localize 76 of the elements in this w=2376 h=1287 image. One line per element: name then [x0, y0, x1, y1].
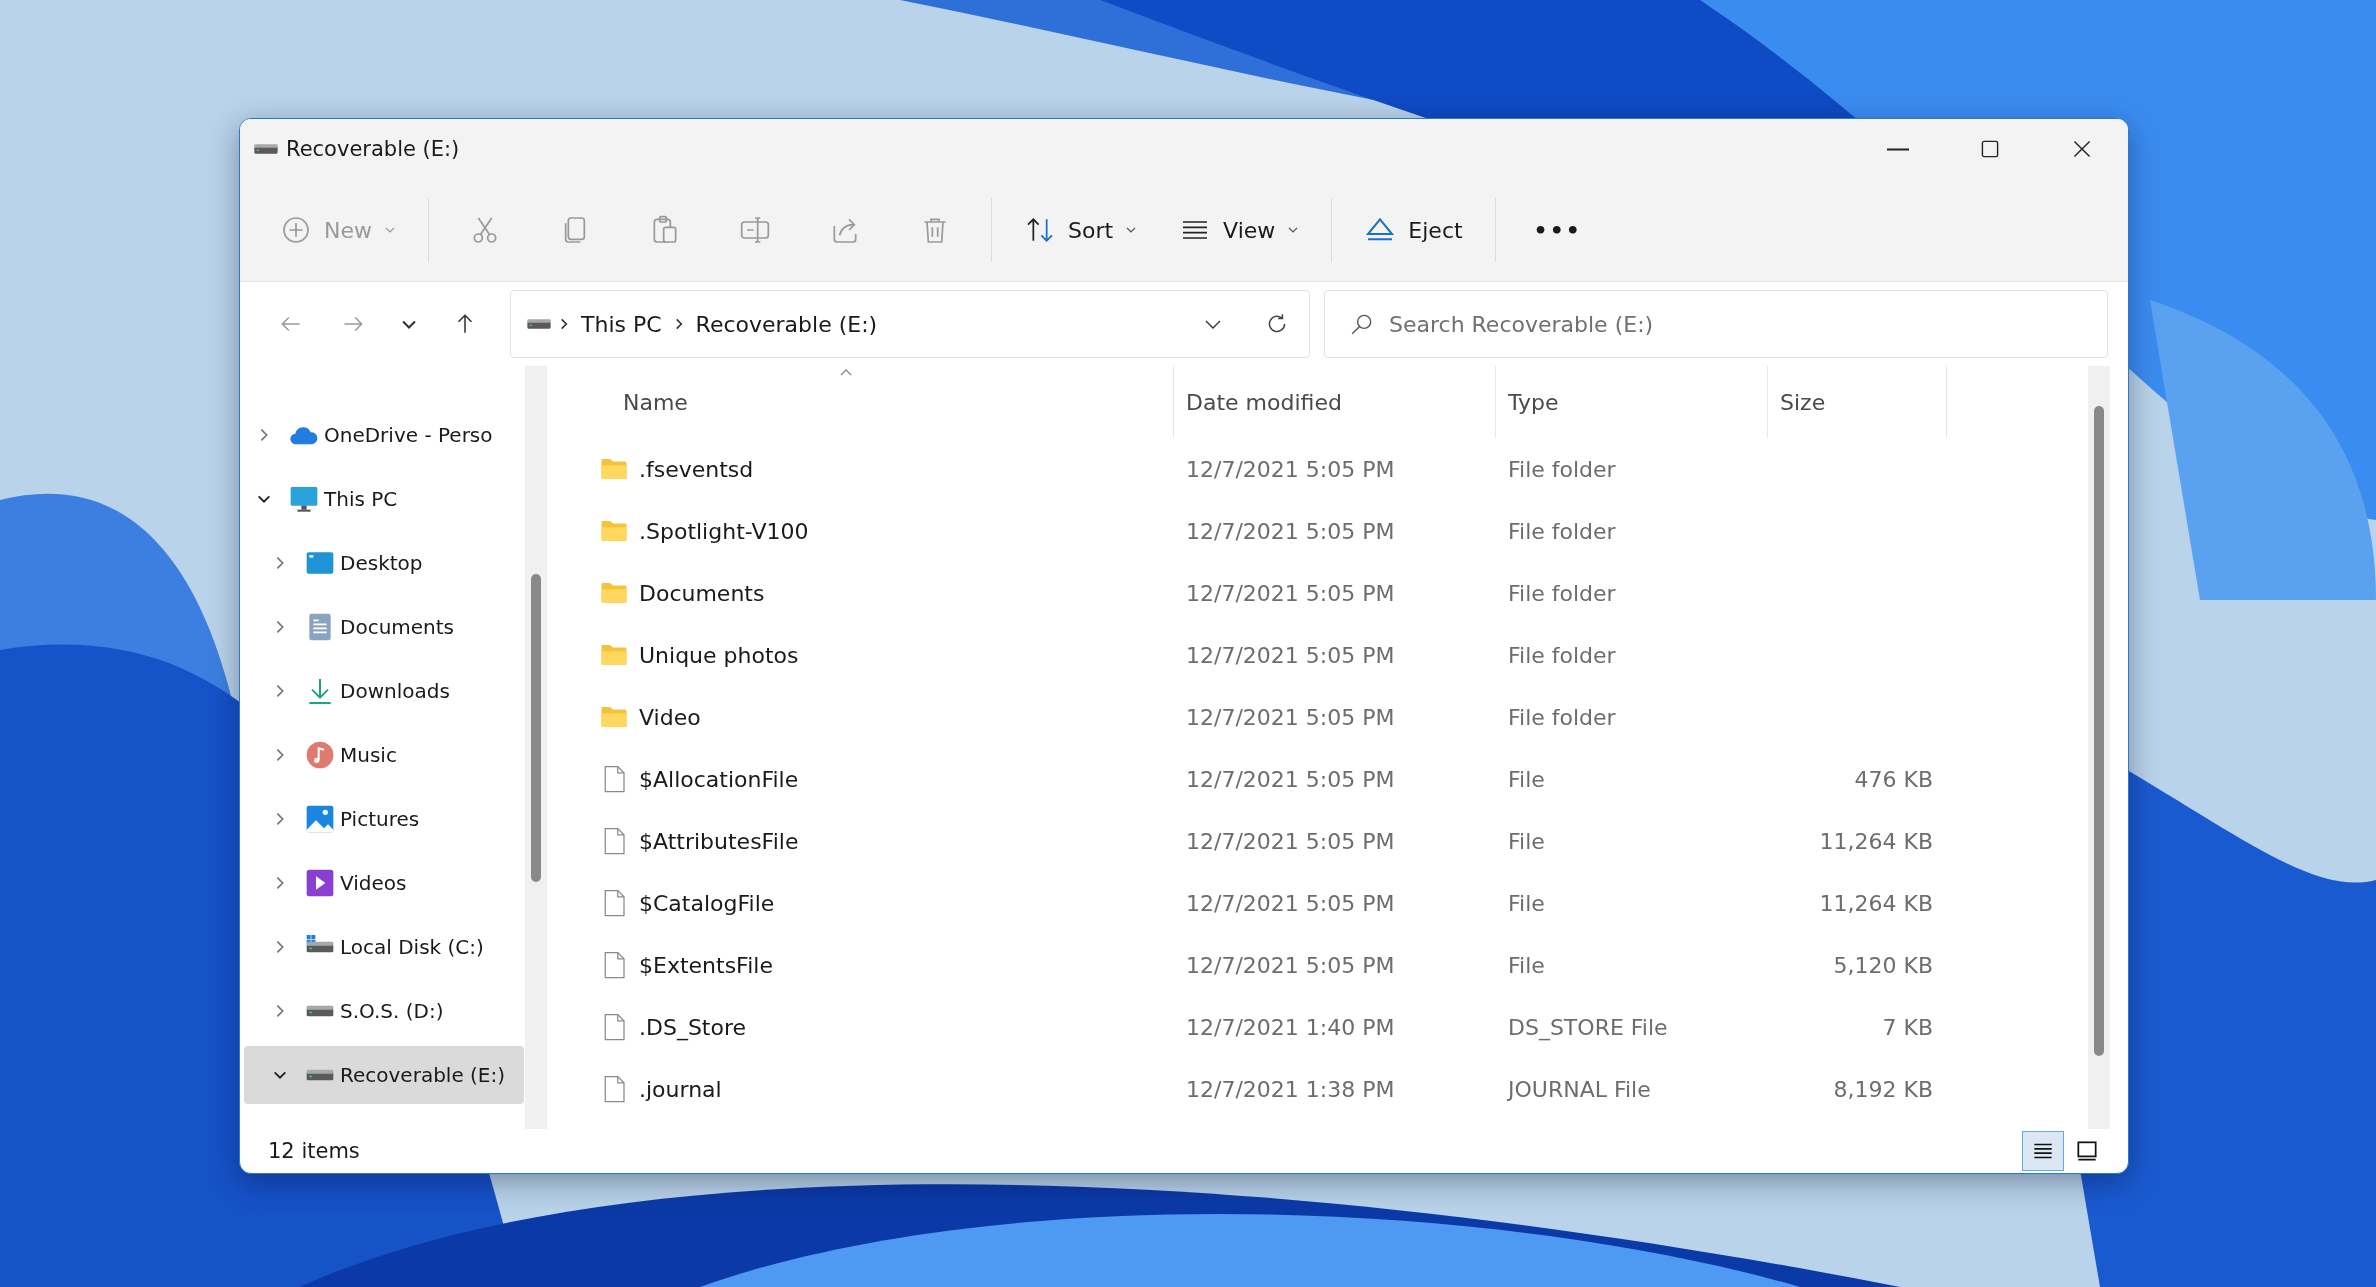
file-name[interactable]: $ExtentsFile: [639, 952, 773, 978]
file-size: 476 KB: [1853, 766, 1934, 792]
search-input[interactable]: Search Recoverable (E:): [1389, 294, 2107, 354]
minimize-icon: [1887, 147, 1909, 151]
file-type: File: [1507, 828, 1546, 854]
eject-button[interactable]: Eject: [1348, 204, 1479, 256]
file-type: File folder: [1507, 518, 1617, 544]
more-button[interactable]: •••: [1511, 207, 1604, 253]
video-icon: [304, 867, 336, 899]
file-name[interactable]: .fseventsd: [639, 456, 754, 482]
file-name[interactable]: .DS_Store: [639, 1014, 747, 1040]
details-view-button[interactable]: [2022, 1131, 2064, 1171]
file-type: File: [1507, 766, 1546, 792]
file-name[interactable]: Video: [639, 704, 701, 730]
file-size: 7 KB: [1881, 1014, 1934, 1040]
file-size: 8,192 KB: [1832, 1076, 1934, 1102]
view-button[interactable]: View: [1163, 204, 1316, 256]
date-modified: 12/7/2021 1:38 PM: [1185, 1076, 1396, 1102]
file-name[interactable]: $AllocationFile: [639, 766, 799, 792]
file-type: File: [1507, 890, 1546, 916]
rename-icon: [739, 214, 771, 246]
plus-icon: [280, 214, 312, 246]
sidebar-item[interactable]: Pictures: [244, 790, 524, 848]
sidebar-item[interactable]: Local Disk (C:): [244, 918, 524, 976]
sidebar-item[interactable]: Recoverable (E:): [244, 1046, 524, 1104]
date-modified: 12/7/2021 5:05 PM: [1185, 704, 1396, 730]
date-modified: 12/7/2021 5:05 PM: [1185, 642, 1396, 668]
file-type: File folder: [1507, 642, 1617, 668]
date-modified: 12/7/2021 5:05 PM: [1185, 952, 1396, 978]
search-field[interactable]: Search Recoverable (E:): [1324, 290, 2108, 358]
file-name[interactable]: .Spotlight-V100: [639, 518, 809, 544]
sidebar-item[interactable]: Documents: [244, 598, 524, 656]
item-count: 12 items: [268, 1139, 361, 1163]
file-name[interactable]: $AttributesFile: [639, 828, 799, 854]
file-name[interactable]: .journal: [639, 1076, 722, 1102]
scrollbar[interactable]: [2088, 366, 2110, 1129]
file-size: 11,264 KB: [1818, 828, 1934, 854]
date-modified: 12/7/2021 5:05 PM: [1185, 890, 1396, 916]
sidebar-item[interactable]: OneDrive - Perso: [244, 406, 524, 464]
file-type: DS_STORE File: [1507, 1014, 1669, 1040]
column-header[interactable]: Type: [1496, 366, 1768, 438]
breadcrumb[interactable]: This PC: [575, 311, 668, 337]
file-name[interactable]: Unique photos: [639, 642, 799, 668]
column-header[interactable]: Size: [1768, 366, 1947, 438]
address-bar[interactable]: This PC Recoverable (E:): [510, 290, 1310, 358]
column-header[interactable]: Date modified: [1174, 366, 1496, 438]
sidebar-item[interactable]: Videos: [244, 854, 524, 912]
column-header[interactable]: Name: [563, 366, 1174, 438]
recent-locations-icon: [402, 319, 416, 329]
window-title: Recoverable (E:): [286, 137, 461, 161]
breadcrumb[interactable]: Recoverable (E:): [689, 311, 884, 337]
date-modified: 12/7/2021 5:05 PM: [1185, 518, 1396, 544]
file-size: 5,120 KB: [1832, 952, 1934, 978]
date-modified: 12/7/2021 5:05 PM: [1185, 580, 1396, 606]
date-modified: 12/7/2021 1:40 PM: [1185, 1014, 1396, 1040]
file-type: File folder: [1507, 704, 1617, 730]
sidebar-item[interactable]: Desktop: [244, 534, 524, 592]
file-name[interactable]: Documents: [639, 580, 765, 606]
sidebar-item[interactable]: S.O.S. (D:): [244, 982, 524, 1040]
tiles-view-icon: [2074, 1138, 2100, 1164]
sidebar-item[interactable]: Music: [244, 726, 524, 784]
file-type: File: [1507, 952, 1546, 978]
music-icon: [304, 739, 336, 771]
picture-icon: [304, 803, 336, 835]
date-modified: 12/7/2021 5:05 PM: [1185, 766, 1396, 792]
sidebar-item[interactable]: Downloads: [244, 662, 524, 720]
file-type: File folder: [1507, 456, 1617, 482]
scrollbar[interactable]: [525, 366, 547, 1129]
file-type: File folder: [1507, 580, 1617, 606]
date-modified: 12/7/2021 5:05 PM: [1185, 828, 1396, 854]
date-modified: 12/7/2021 5:05 PM: [1185, 456, 1396, 482]
file-type: JOURNAL File: [1506, 1076, 1652, 1102]
sidebar-item[interactable]: This PC: [244, 470, 524, 528]
sort-button[interactable]: Sort: [1008, 204, 1154, 256]
file-size: 11,264 KB: [1818, 890, 1934, 916]
file-name[interactable]: $CatalogFile: [639, 890, 775, 916]
